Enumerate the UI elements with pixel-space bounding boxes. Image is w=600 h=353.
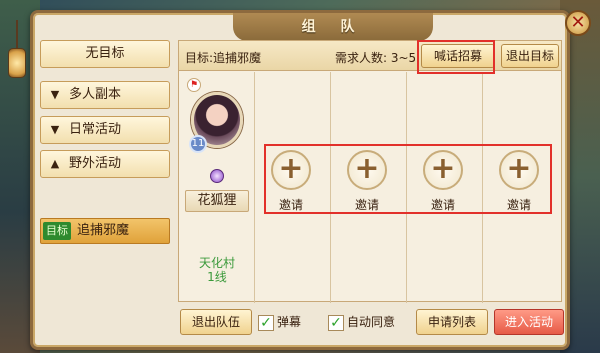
enter-activity-button[interactable]: 进入活动 bbox=[494, 309, 564, 335]
shout-recruit-button[interactable]: 喊话招募 bbox=[421, 44, 495, 68]
member-slot[interactable]: ⚑ 11 花狐狸 天化村 1线 bbox=[179, 72, 255, 303]
sidebar-group-dungeon[interactable]: ▼ 多人副本 bbox=[40, 81, 170, 109]
empty-slot: + 邀请 bbox=[407, 72, 483, 303]
lantern-icon bbox=[8, 48, 26, 78]
close-icon[interactable]: ✕ bbox=[565, 10, 591, 36]
invite-label[interactable]: 邀请 bbox=[331, 196, 403, 213]
leave-team-button[interactable]: 退出队伍 bbox=[180, 309, 252, 335]
target-label: 目标:追捕邪魔 bbox=[185, 51, 262, 65]
sidebar-item-label: 无目标 bbox=[85, 46, 125, 61]
member-line: 1线 bbox=[207, 270, 227, 284]
level-badge: 11 bbox=[189, 135, 207, 153]
target-tag: 目标 bbox=[43, 221, 71, 240]
sidebar-item-label: 野外活动 bbox=[69, 156, 122, 171]
check-icon: ✓ bbox=[328, 314, 344, 331]
check-icon: ✓ bbox=[258, 314, 274, 331]
add-member-icon[interactable]: + bbox=[499, 150, 539, 190]
sidebar-group-daily[interactable]: ▼ 日常活动 bbox=[40, 116, 170, 144]
invite-label[interactable]: 邀请 bbox=[483, 196, 555, 213]
add-member-icon[interactable]: + bbox=[347, 150, 387, 190]
invite-label[interactable]: 邀请 bbox=[255, 196, 327, 213]
barrage-label: 弹幕 bbox=[277, 315, 302, 329]
team-bottombar: 退出队伍 ✓ 弹幕 ✓ 自动同意 申请列表 进入活动 bbox=[178, 305, 564, 339]
sidebar-item-selected[interactable]: 目标 追捕邪魔 bbox=[40, 218, 170, 244]
sidebar: 无目标 ▼ 多人副本 ▼ 日常活动 ▲ 野外活动 目标 追捕邪魔 bbox=[40, 40, 170, 340]
empty-slot: + 邀请 bbox=[331, 72, 407, 303]
sidebar-item-label: 多人副本 bbox=[69, 87, 122, 102]
add-member-icon[interactable]: + bbox=[423, 150, 463, 190]
team-topbar: 目标:追捕邪魔 需求人数: 3~5 喊话招募 退出目标 bbox=[179, 41, 561, 71]
class-icon bbox=[210, 169, 224, 183]
member-name: 花狐狸 bbox=[185, 190, 249, 212]
lantern-cord bbox=[16, 20, 18, 48]
sidebar-item-no-target[interactable]: 无目标 bbox=[40, 40, 170, 68]
chevron-up-icon: ▲ bbox=[50, 157, 60, 170]
auto-accept-label: 自动同意 bbox=[347, 315, 396, 329]
apply-list-button[interactable]: 申请列表 bbox=[416, 309, 488, 335]
empty-slot: + 邀请 bbox=[255, 72, 331, 303]
add-member-icon[interactable]: + bbox=[271, 150, 311, 190]
window-title: 组 队 bbox=[233, 13, 433, 41]
team-main: 目标:追捕邪魔 需求人数: 3~5 喊话招募 退出目标 ⚑ 11 花狐狸 天化村… bbox=[178, 40, 562, 303]
chevron-down-icon: ▼ bbox=[50, 88, 60, 101]
barrage-checkbox[interactable]: ✓ 弹幕 bbox=[258, 314, 301, 331]
leader-flag-icon: ⚑ bbox=[187, 78, 201, 92]
empty-slot: + 邀请 bbox=[483, 72, 559, 303]
chevron-down-icon: ▼ bbox=[50, 123, 60, 136]
sidebar-group-field[interactable]: ▲ 野外活动 bbox=[40, 150, 170, 178]
required-count: 需求人数: 3~5 bbox=[335, 51, 417, 65]
leave-target-button[interactable]: 退出目标 bbox=[501, 44, 559, 68]
sidebar-item-label: 日常活动 bbox=[69, 122, 122, 137]
sidebar-item-label: 追捕邪魔 bbox=[77, 223, 130, 238]
invite-label[interactable]: 邀请 bbox=[407, 196, 479, 213]
auto-accept-checkbox[interactable]: ✓ 自动同意 bbox=[328, 314, 395, 331]
